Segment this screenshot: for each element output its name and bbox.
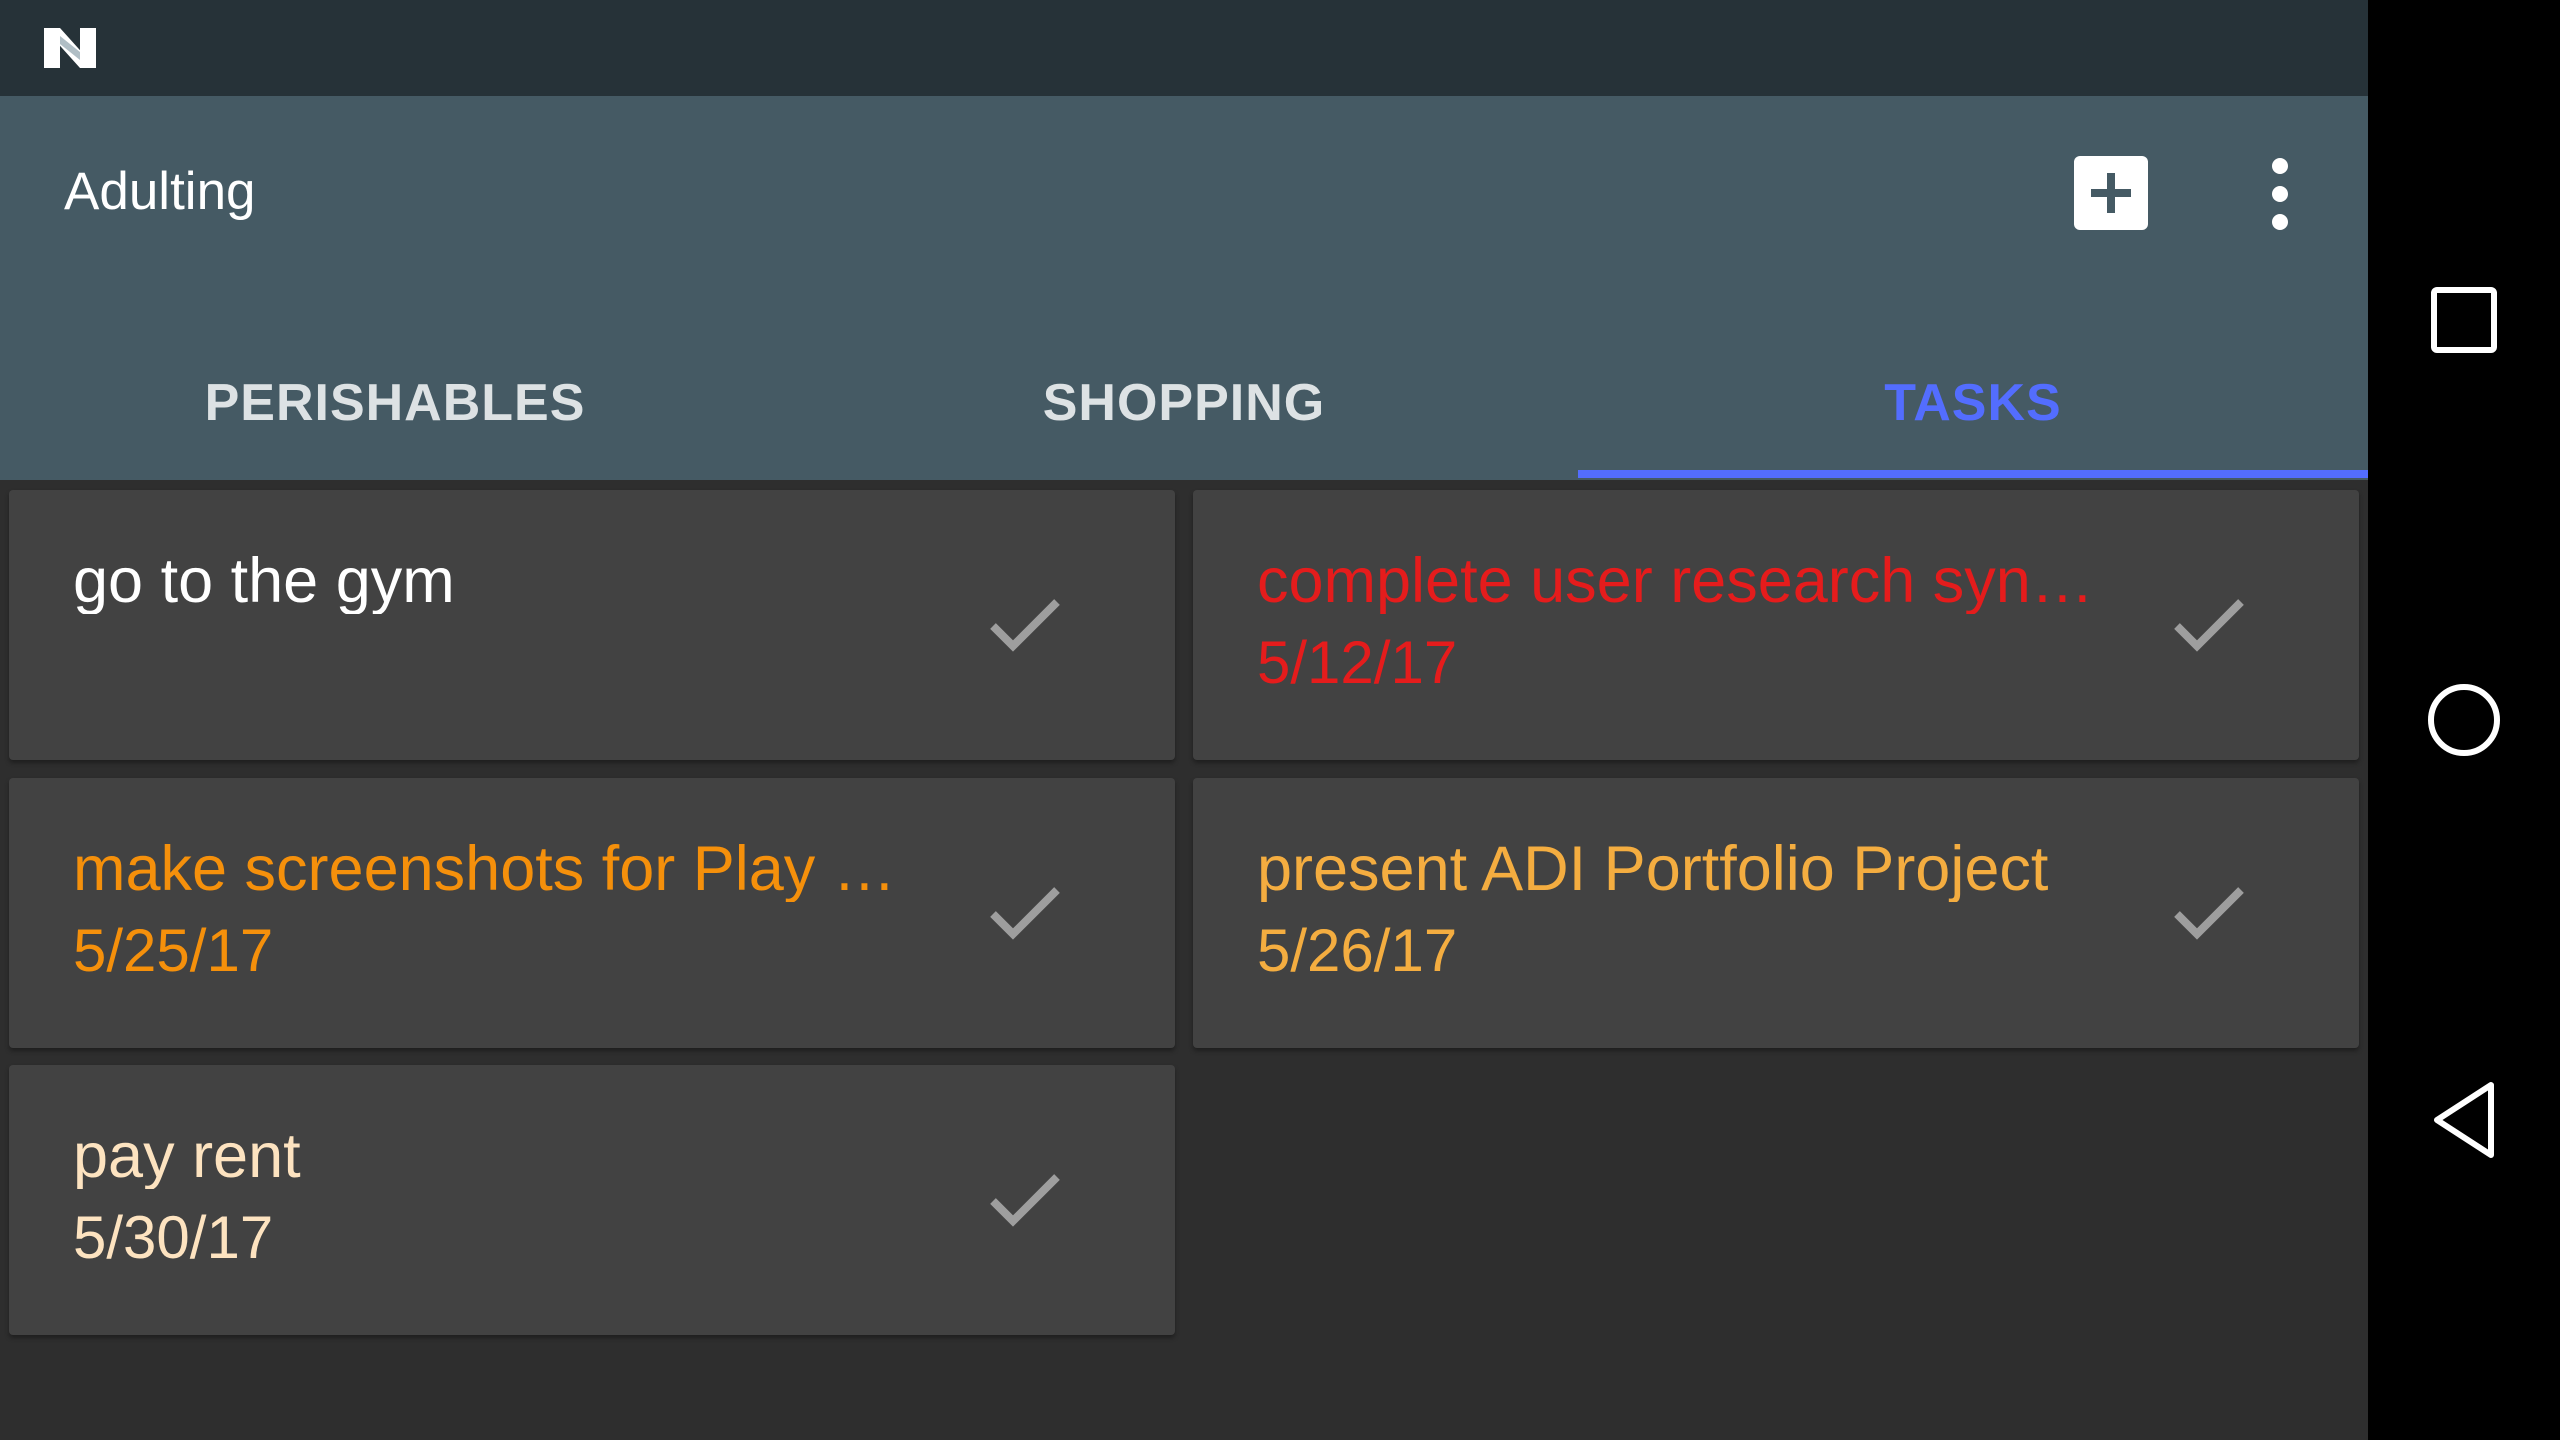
tab-tasks[interactable]: TASKS xyxy=(1578,326,2368,480)
task-card[interactable]: go to the gym xyxy=(9,490,1175,760)
tab-shopping[interactable]: SHOPPING xyxy=(789,326,1579,480)
status-bar xyxy=(0,0,2368,96)
check-icon[interactable] xyxy=(977,576,1073,672)
android-n-logo-icon xyxy=(44,28,96,68)
circle-icon xyxy=(2428,684,2500,756)
task-date: 5/26/17 xyxy=(1257,917,1458,984)
check-icon[interactable] xyxy=(977,864,1073,960)
task-date: 5/12/17 xyxy=(1257,629,1458,696)
task-date: 5/25/17 xyxy=(73,917,274,984)
check-icon[interactable] xyxy=(977,1151,1073,1247)
navigation-bar xyxy=(2368,0,2560,1440)
home-button[interactable] xyxy=(2414,670,2514,770)
back-button[interactable] xyxy=(2414,1070,2514,1170)
task-card[interactable]: complete user research syn… 5/12/17 xyxy=(1193,490,2359,760)
check-icon[interactable] xyxy=(2161,864,2257,960)
task-date: 5/30/17 xyxy=(73,1204,274,1271)
task-card[interactable]: pay rent 5/30/17 xyxy=(9,1065,1175,1335)
task-title: make screenshots for Play … xyxy=(73,836,896,902)
task-card[interactable]: present ADI Portfolio Project 5/26/17 xyxy=(1193,778,2359,1048)
tab-label-perishables: PERISHABLES xyxy=(204,374,586,432)
triangle-back-icon xyxy=(2434,1082,2494,1158)
app-title: Adulting xyxy=(64,162,256,221)
check-icon[interactable] xyxy=(2161,576,2257,672)
app-bar: Adulting PERISHABLES SHOPPING TASKS xyxy=(0,96,2368,480)
app-screen: Adulting PERISHABLES SHOPPING TASKS go t… xyxy=(0,0,2368,1440)
task-card[interactable]: make screenshots for Play … 5/25/17 xyxy=(9,778,1175,1048)
recents-button[interactable] xyxy=(2414,270,2514,370)
tab-perishables[interactable]: PERISHABLES xyxy=(0,326,790,480)
selected-tab-indicator xyxy=(1578,470,2368,478)
task-title: complete user research syn… xyxy=(1257,548,2094,614)
more-options-button[interactable] xyxy=(2248,152,2312,236)
task-title: present ADI Portfolio Project xyxy=(1257,836,2049,902)
tab-label-tasks: TASKS xyxy=(1884,374,2062,432)
task-title: pay rent xyxy=(73,1123,301,1189)
task-title: go to the gym xyxy=(73,548,455,614)
add-button[interactable] xyxy=(2074,156,2148,230)
more-vertical-icon xyxy=(2272,158,2288,174)
tab-label-shopping: SHOPPING xyxy=(1042,374,1326,432)
square-icon xyxy=(2431,287,2497,353)
add-box-icon xyxy=(2091,173,2131,213)
